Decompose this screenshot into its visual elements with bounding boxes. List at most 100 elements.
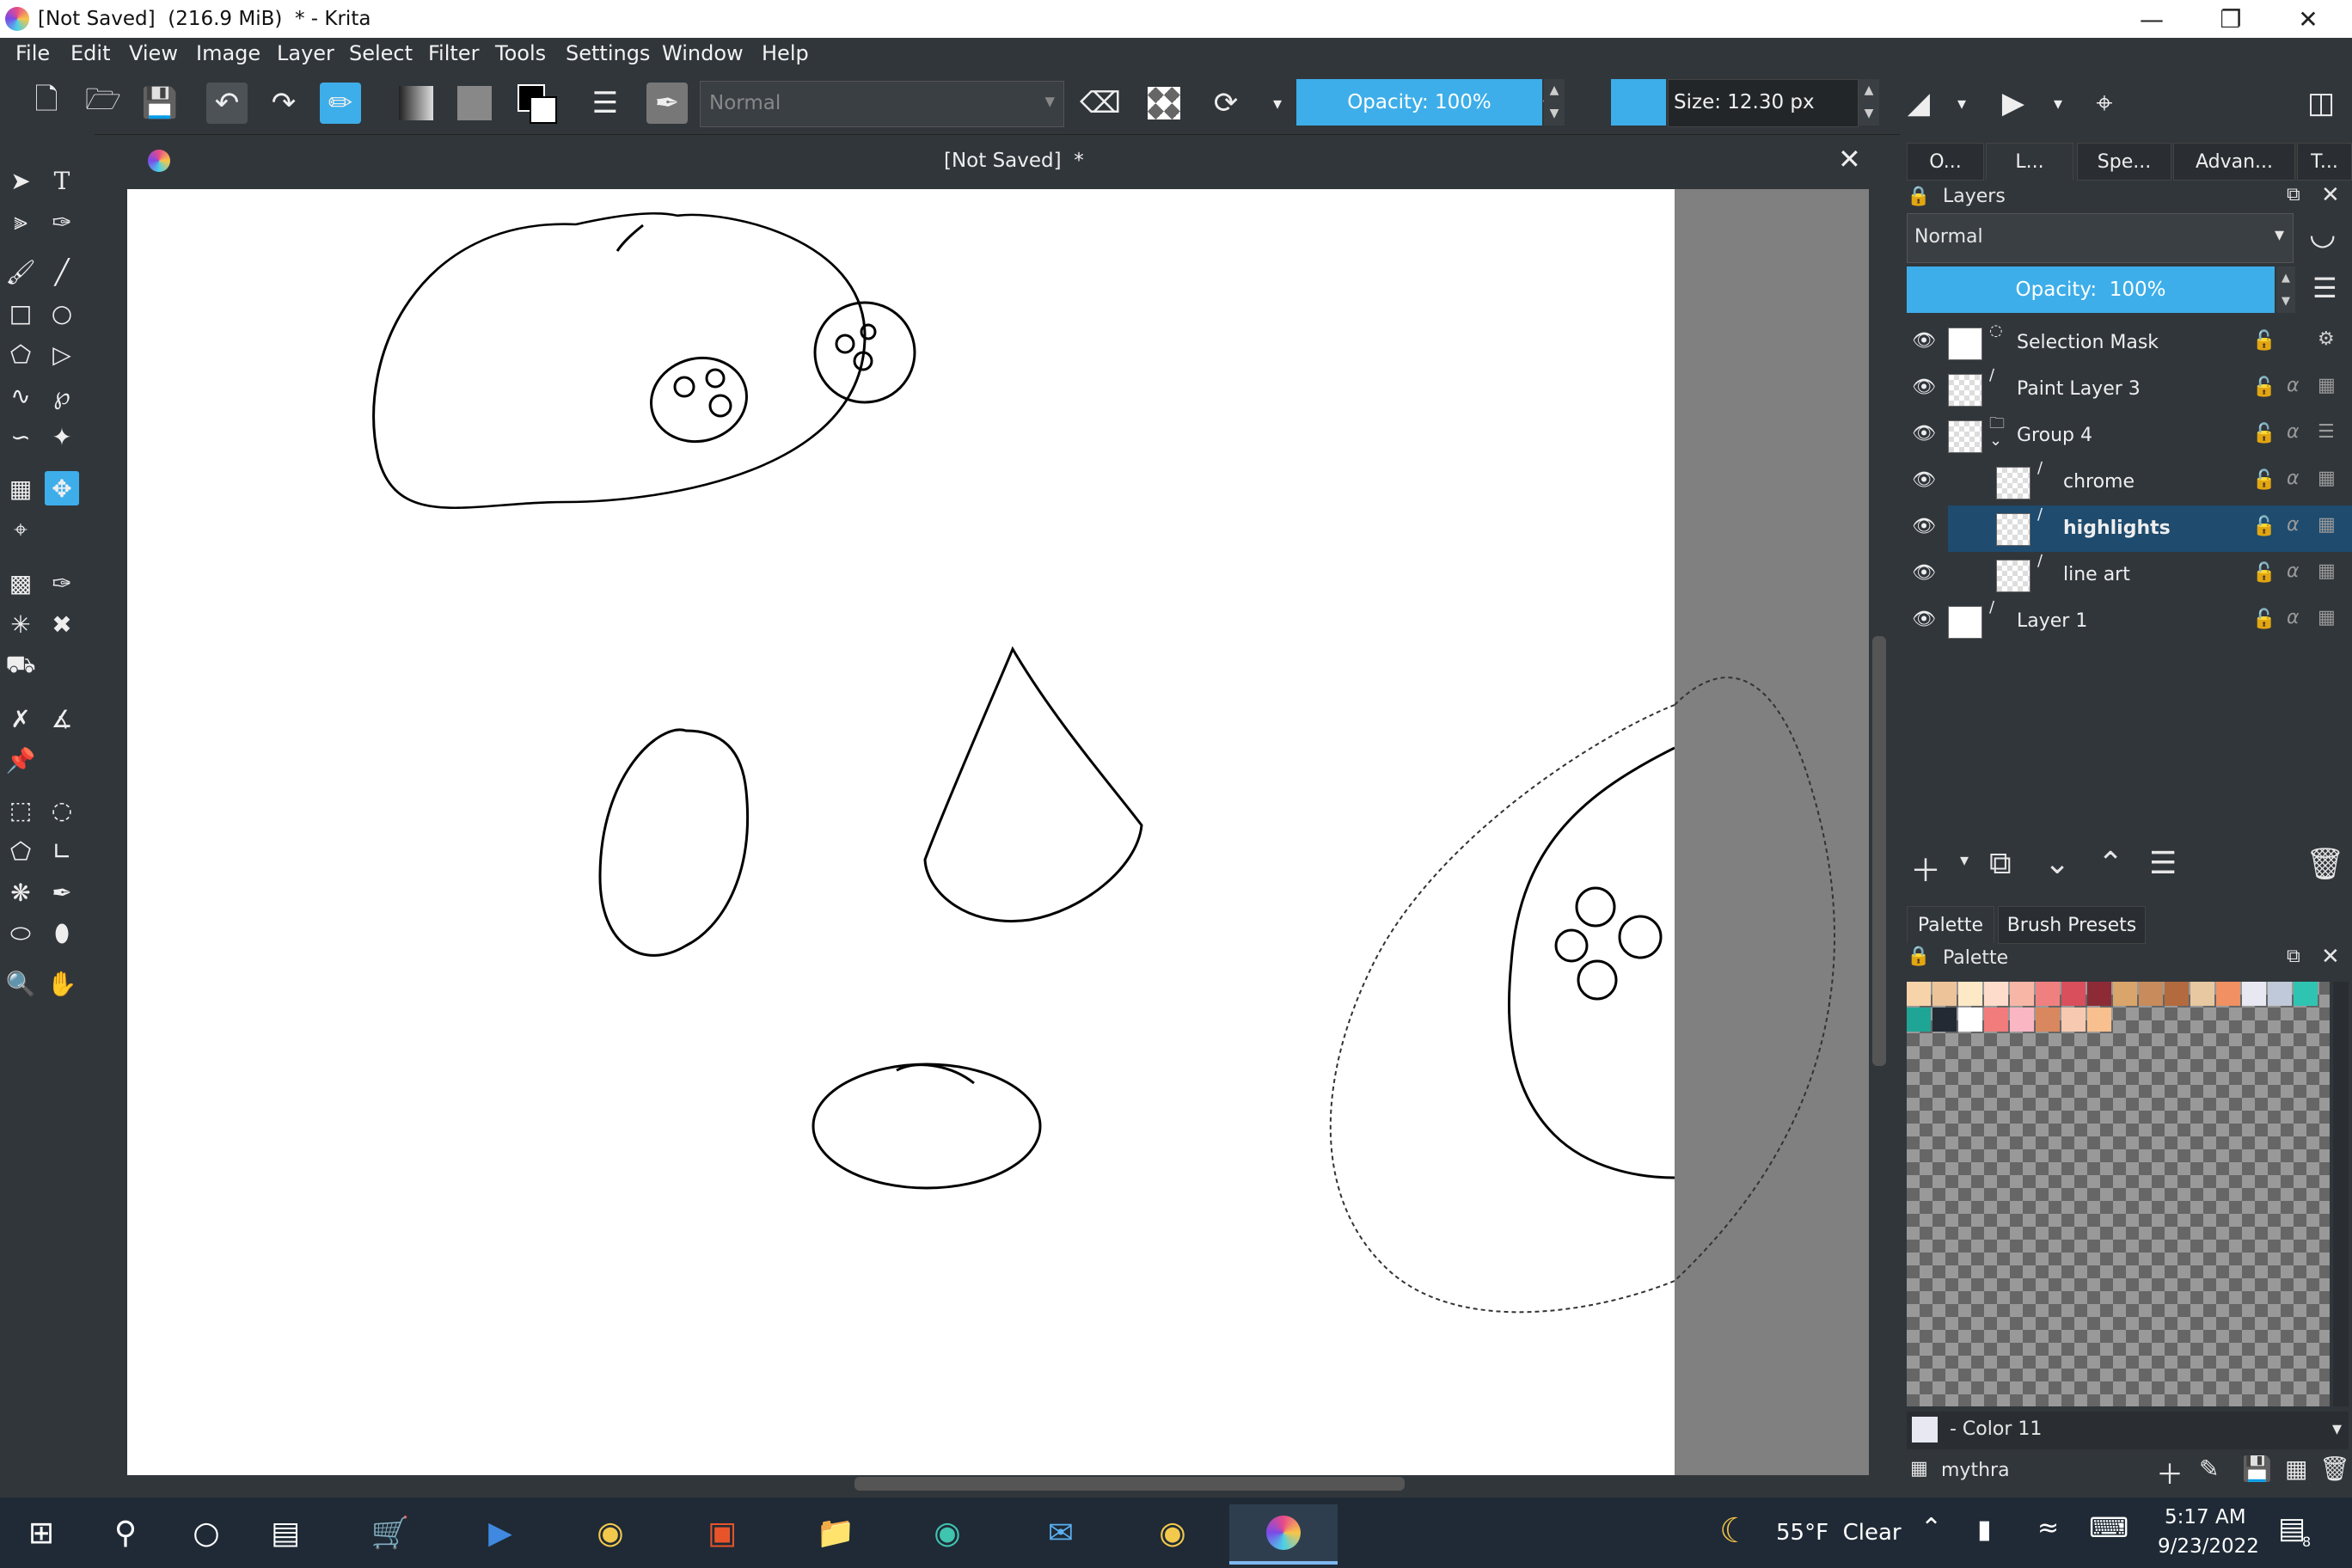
file-explorer-icon[interactable]: 📁 [805, 1504, 867, 1561]
mail-icon[interactable]: ✉ [1030, 1504, 1092, 1561]
palette-list-icon[interactable]: ▦ [2285, 1455, 2307, 1483]
edge-icon[interactable]: ◉ [916, 1504, 978, 1561]
clock-time[interactable]: 5:17 AM [2165, 1506, 2246, 1528]
menu-image[interactable]: Image [196, 41, 260, 65]
delete-palette-icon[interactable]: 🗑 [2319, 1455, 2350, 1483]
krita-taskbar-icon[interactable] [1229, 1504, 1338, 1565]
inherit-alpha-icon[interactable]: ▦ [2318, 514, 2336, 536]
layer-name[interactable]: highlights [2063, 518, 2171, 539]
magnetic-select-icon[interactable]: ⬮ [45, 916, 79, 951]
save-icon[interactable]: 💾 [139, 83, 181, 124]
minimize-button[interactable]: — [2122, 0, 2182, 38]
palette-swatch[interactable] [1932, 982, 1957, 1006]
office-icon[interactable]: ▣ [691, 1504, 753, 1561]
palette-swatch[interactable] [1958, 982, 1982, 1006]
tab-advanced-color[interactable]: Advan... [2173, 143, 2295, 181]
eye-icon[interactable]: 👁 [1912, 330, 1936, 352]
size-slider[interactable]: Size: 12.30 px [1668, 79, 1859, 127]
tab-tool-options[interactable]: T... [2297, 143, 2352, 181]
inherit-alpha-icon[interactable]: ▦ [2318, 468, 2336, 489]
zoom-tool-icon[interactable]: 🔍 [3, 966, 38, 1001]
eye-icon[interactable]: 👁 [1912, 562, 1936, 584]
windows-start-icon[interactable]: ⊞ [10, 1504, 72, 1561]
weather-text[interactable]: 55°F Clear [1776, 1520, 1902, 1546]
blend-mode-dropdown[interactable]: Normal ▾ [700, 81, 1064, 127]
eye-icon[interactable]: 👁 [1912, 609, 1936, 630]
palette-swatch[interactable] [2190, 982, 2214, 1006]
eraser-icon[interactable]: ⌫ [1080, 83, 1121, 124]
menu-filter[interactable]: Filter [428, 41, 479, 65]
dockers-layout-icon[interactable]: ◫ [2300, 83, 2342, 124]
opacity-slider[interactable]: Opacity: 100% [1296, 79, 1542, 126]
fg-bg-color-icon[interactable] [516, 83, 557, 124]
select-shape-icon[interactable]: ➤ [3, 163, 38, 198]
chevron-down-icon[interactable]: ▾ [1941, 83, 1982, 124]
color-picker-icon[interactable]: ✑ [45, 566, 79, 600]
chevron-up-icon[interactable]: ⌃ [1920, 1513, 1942, 1543]
palette-swatch[interactable] [1907, 982, 1931, 1006]
move-layer-up-icon[interactable]: ⌃ [2098, 846, 2123, 881]
menu-file[interactable]: File [15, 41, 50, 65]
layer-name[interactable]: Selection Mask [2017, 332, 2159, 353]
palette-swatch[interactable] [2139, 982, 2163, 1006]
cortana-icon[interactable]: ○ [175, 1504, 237, 1561]
layer-opacity-slider[interactable]: Opacity: 100% [1907, 266, 2275, 313]
close-docker-icon[interactable]: ✕ [2321, 944, 2340, 970]
bezier-tool-icon[interactable]: ∿ [3, 378, 38, 413]
add-color-icon[interactable]: ＋ [2156, 1453, 2184, 1492]
rectangle-tool-icon[interactable]: □ [3, 296, 38, 330]
lock-icon[interactable]: 🔓 [2252, 562, 2275, 584]
palette-swatch[interactable] [2010, 982, 2034, 1006]
ellipse-select-icon[interactable]: ◌ [45, 793, 79, 827]
mirror-vertical-icon[interactable]: ▶ [1993, 83, 2034, 124]
layer-row-line-art[interactable]: 👁 ∕ line art 🔓 α ▦ [1900, 552, 2352, 598]
palette-swatch[interactable] [1958, 1008, 1982, 1032]
palette-swatch[interactable] [2268, 982, 2292, 1006]
float-docker-icon[interactable]: ⧉ [2287, 184, 2300, 205]
polygon-tool-icon[interactable]: ⬠ [3, 337, 38, 371]
palette-swatch[interactable] [2113, 982, 2137, 1006]
palette-swatch[interactable] [2036, 1008, 2060, 1032]
tab-specific-color[interactable]: Spe... [2077, 143, 2171, 181]
brush-preset-icon[interactable]: ✏ [320, 83, 361, 124]
chevron-down-icon[interactable]: ▾ [2037, 83, 2079, 124]
contiguous-select-icon[interactable]: ❋ [3, 875, 38, 910]
assistant-tool-icon[interactable]: ✗ [3, 701, 38, 736]
freehand-brush-icon[interactable]: 🖌 [3, 254, 38, 289]
redo-icon[interactable]: ↷ [263, 83, 304, 124]
brush-tip-icon[interactable]: ✒ [646, 83, 688, 124]
reload-preset-icon[interactable]: ⟳ [1205, 83, 1246, 124]
duplicate-layer-icon[interactable]: ⧉ [1989, 846, 2012, 882]
close-docker-icon[interactable]: ✕ [2321, 182, 2340, 208]
brush-settings-icon[interactable]: ☰ [585, 83, 626, 124]
opacity-spin-arrows[interactable]: ▲ ▼ [1544, 79, 1565, 126]
multibrush-icon[interactable]: ✦ [45, 420, 79, 454]
palette-swatch[interactable] [2061, 982, 2086, 1006]
palette-scrollbar[interactable] [2333, 982, 2349, 1406]
weather-moon-icon[interactable]: ☾ [1719, 1511, 1750, 1551]
palette-swatch[interactable] [2242, 982, 2266, 1006]
dynamic-brush-icon[interactable]: ∽ [3, 420, 38, 454]
lock-icon[interactable]: 🔓 [2252, 609, 2275, 630]
passthrough-icon[interactable]: ☰ [2318, 421, 2335, 443]
lock-icon[interactable]: 🔓 [2252, 469, 2275, 491]
tab-brush-presets[interactable]: Brush Presets [1998, 906, 2146, 944]
measure-tool-icon[interactable]: ∡ [45, 701, 79, 736]
layer-row-chrome[interactable]: 👁 ∕ chrome 🔓 α ▦ [1900, 459, 2352, 505]
text-tool-icon[interactable]: T [45, 163, 79, 198]
layer-row-highlights[interactable]: 👁 ∕ highlights 🔓 α ▦ [1912, 505, 2352, 552]
transform-tool-icon[interactable]: ▦ [3, 471, 38, 505]
palette-swatch[interactable] [2061, 1008, 2086, 1032]
gradient-icon[interactable] [395, 83, 437, 124]
search-icon[interactable]: ⚲ [95, 1504, 156, 1561]
alpha-lock-icon[interactable]: α [2287, 468, 2300, 489]
layer-name[interactable]: line art [2063, 564, 2130, 585]
save-palette-icon[interactable]: 💾 [2242, 1455, 2272, 1483]
inherit-alpha-icon[interactable]: ▦ [2318, 560, 2336, 582]
menu-layer[interactable]: Layer [277, 41, 334, 65]
palette-swatch[interactable] [2087, 1008, 2111, 1032]
current-color-row[interactable]: - Color 11 ▾ [1907, 1412, 2349, 1449]
gradient-tool-icon[interactable]: ▩ [3, 566, 38, 600]
eye-icon[interactable]: 👁 [1912, 377, 1936, 398]
close-window-button[interactable]: ✕ [2278, 0, 2338, 38]
